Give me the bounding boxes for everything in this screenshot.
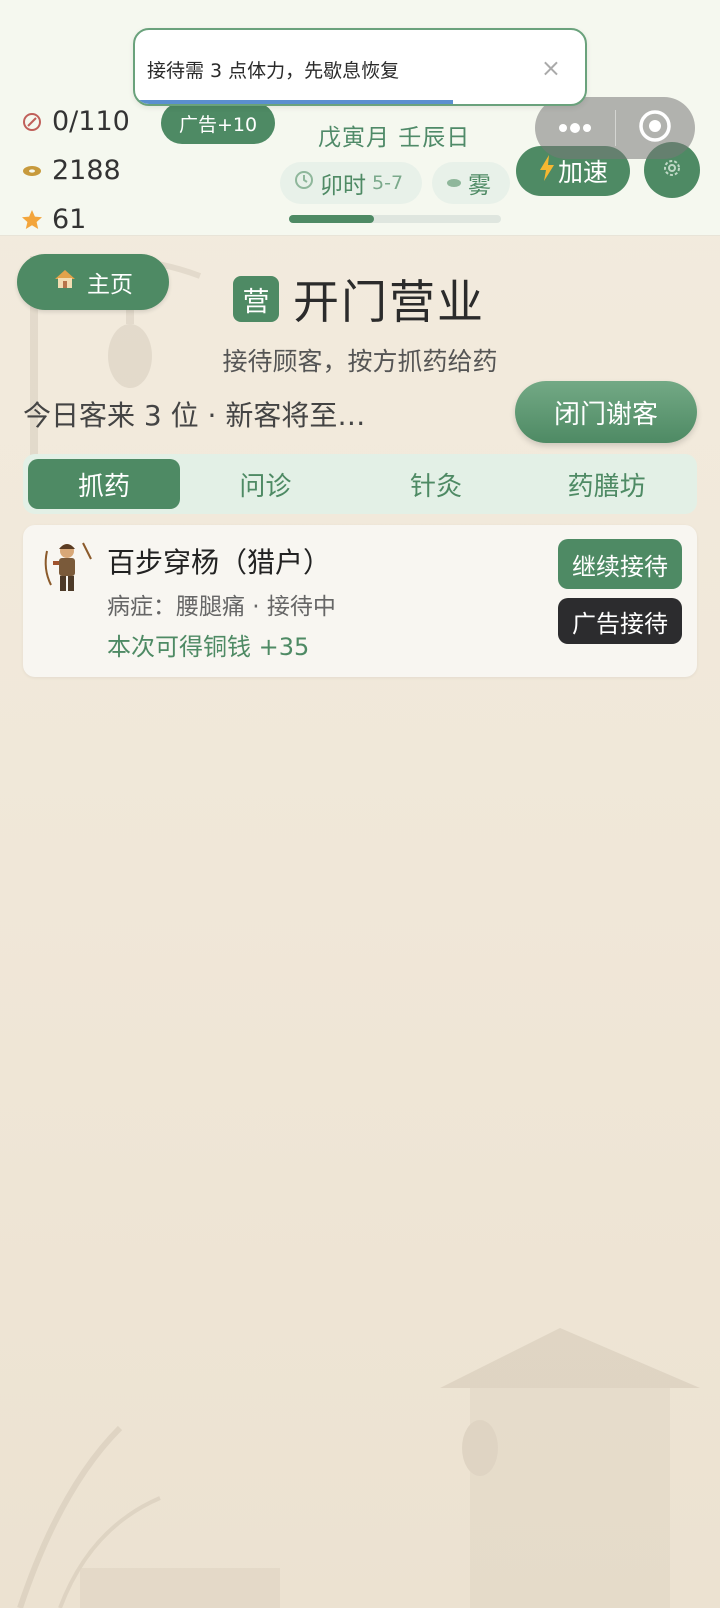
customer-name: 百步穿杨（猎户）: [107, 546, 332, 579]
house-icon: [53, 267, 77, 297]
star-stat: 61: [20, 204, 86, 235]
time-range: 5-7: [372, 172, 404, 194]
customer-status: 今日客来 3 位 · 新客将至…: [23, 399, 366, 432]
time-pill: 卯时 5-7: [280, 162, 422, 204]
mini-program-capsule: [535, 97, 695, 159]
stamina-value: 0/110: [52, 106, 130, 137]
home-button[interactable]: 主页: [17, 254, 169, 310]
close-shop-button[interactable]: 闭门谢客: [515, 381, 697, 443]
customer-reward: 本次可得铜钱 +35: [107, 633, 310, 661]
page-title: 营 开门营业: [233, 266, 485, 332]
time-label: 卯时: [320, 173, 366, 199]
hunter-avatar: [44, 542, 92, 591]
tab-dispense[interactable]: 抓药: [28, 459, 180, 509]
star-value: 61: [52, 204, 87, 235]
tab-medicinal-kitchen[interactable]: 药膳坊: [521, 459, 692, 509]
customer-ailment: 病症：腰腿痛 · 接待中: [107, 594, 336, 620]
target-circle-icon: [638, 109, 672, 147]
ad-serve-button[interactable]: 广告接待: [558, 598, 682, 644]
lightning-icon: [538, 155, 556, 187]
stamina-icon: [20, 110, 44, 134]
stamina-stat: 0/110: [20, 106, 130, 137]
clock-icon: [294, 170, 314, 196]
mode-tabs: 抓药 问诊 针灸 药膳坊: [23, 454, 697, 514]
day-progress-bar: [289, 215, 501, 223]
continue-serving-button[interactable]: 继续接待: [558, 539, 682, 589]
fog-icon: [446, 170, 462, 196]
weather-pill: 雾: [432, 162, 510, 204]
courtyard-decoration: [17, 1328, 700, 1608]
coin-icon: [20, 159, 44, 183]
toast-message: 接待需 3 点体力，先歇息恢复: [147, 60, 400, 82]
more-button[interactable]: [535, 97, 615, 159]
day-progress-fill: [289, 215, 374, 223]
title-text: 开门营业: [293, 275, 485, 329]
page-subtitle: 接待顾客，按方抓药给药: [222, 347, 498, 376]
customer-card: 百步穿杨（猎户） 病症：腰腿痛 · 接待中 本次可得铜钱 +35 继续接待 广告…: [23, 525, 697, 677]
lunar-date: 戊寅月 壬辰日: [318, 125, 471, 151]
weather-label: 雾: [468, 173, 491, 199]
toast-progress-bar: [135, 100, 453, 104]
tab-acupuncture[interactable]: 针灸: [351, 459, 522, 509]
toast-notification: 接待需 3 点体力，先歇息恢复 ×: [133, 28, 587, 106]
home-label: 主页: [87, 272, 133, 298]
coin-value: 2188: [52, 155, 121, 186]
exit-button[interactable]: [616, 97, 696, 159]
page: 0/110 2188 61 广告+10 戊寅月 壬辰日 卯时 5-7 雾 加速 …: [0, 0, 720, 1608]
title-badge: 营: [233, 276, 279, 322]
coin-stat: 2188: [20, 155, 121, 186]
tab-consult[interactable]: 问诊: [180, 459, 351, 509]
star-icon: [20, 208, 44, 232]
ad-stamina-button[interactable]: 广告+10: [161, 102, 275, 144]
more-dots-icon: [557, 119, 593, 138]
gear-icon: [660, 156, 684, 184]
close-icon[interactable]: ×: [541, 54, 561, 82]
